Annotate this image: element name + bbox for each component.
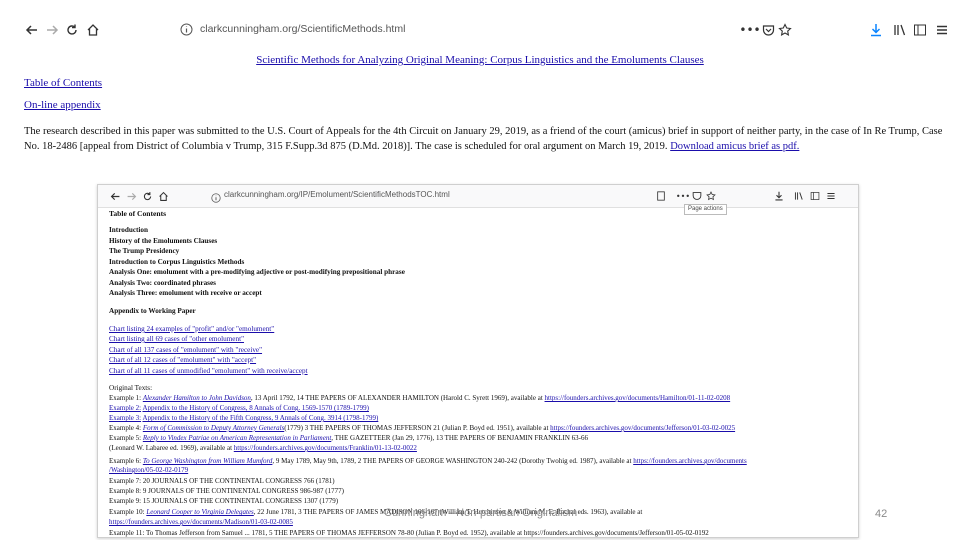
example-line: Example 3: Appendix to the History of th… [109, 414, 378, 423]
example-line-continued: (Leonard W. Labaree ed. 1969), available… [109, 444, 417, 453]
hamburger-menu-icon[interactable] [932, 20, 952, 40]
appendix-heading: Appendix to Working Paper [109, 307, 196, 315]
toc-section: Introduction to Corpus Linguistics Metho… [109, 258, 245, 266]
toc-section: Analysis Two: coordinated phrases [109, 279, 216, 287]
example-link: Form of Commission to Deputy Attorney Ge… [142, 424, 285, 432]
example-url: https://founders.archives.gov/documents/… [550, 424, 736, 432]
inner-url-bar: clarkcunningham.org/IP/Emolument/Scienti… [208, 188, 688, 203]
home-icon [156, 188, 170, 204]
example-url: /Washington/05-02-02-0179 [109, 466, 189, 474]
home-icon[interactable] [83, 20, 103, 40]
slide-footer: Cunningham - Non-partisan Originalism [384, 507, 578, 519]
more-icon[interactable]: ••• [739, 20, 760, 40]
description-paragraph: The research described in this paper was… [24, 124, 944, 154]
original-texts-label: Original Texts: [109, 384, 153, 392]
info-icon [211, 190, 221, 208]
example-link: Appendix to the History of Congress, 8 A… [142, 404, 369, 412]
toc-section: Analysis Three: emolument with receive o… [109, 289, 262, 297]
example-citation: , THE GAZETTEER (Jan 29, 1776), 13 THE P… [331, 434, 589, 442]
reload-icon [140, 188, 154, 204]
example-citation: (1779) 3 THE PAPERS OF THOMAS JEFFERSON … [284, 424, 551, 432]
example-line: Example 8: 9 JOURNALS OF THE CONTINENTAL… [109, 487, 344, 495]
example-link: Appendix to the History of the Fifth Con… [142, 414, 379, 422]
example-label: Example 6: [109, 457, 142, 465]
forward-arrow-icon[interactable] [42, 20, 62, 40]
download-brief-link[interactable]: Download amicus brief as pdf. [670, 141, 799, 152]
example-line: Example 1: Alexander Hamilton to John Da… [109, 394, 730, 403]
example-link: To George Washington from William Mumfor… [142, 457, 273, 465]
toc-section: The Trump Presidency [109, 247, 180, 255]
back-arrow-icon [108, 188, 122, 204]
example-label: Example 5: [109, 434, 142, 442]
paragraph-text: The research described in this paper was… [24, 126, 943, 152]
toc-section: History of the Emoluments Clauses [109, 237, 218, 245]
reload-icon[interactable] [62, 20, 82, 40]
info-icon[interactable] [180, 23, 193, 41]
example-citation: , 13 April 1792, 14 THE PAPERS OF ALEXAN… [250, 394, 545, 402]
star-icon[interactable] [775, 20, 795, 40]
chart-link: Chart of all 137 cases of "emolument" wi… [109, 346, 263, 354]
chart-link: Chart of all 12 cases of "emolument" wit… [109, 356, 257, 364]
example-line: Example 5: Reply to Vindex Patriae on Am… [109, 434, 588, 443]
example-line: Example 11: To Thomas Jefferson from Sam… [109, 529, 709, 537]
example-url: https://founders.archives.gov/documents/… [109, 518, 293, 526]
example-line: Example 6: To George Washington from Wil… [109, 457, 747, 466]
chart-link: Chart listing 24 examples of "profit" an… [109, 325, 275, 333]
more-icon: ••• [675, 191, 691, 201]
star-icon [704, 188, 718, 204]
example-url: https://founders.archives.gov/documents/… [233, 444, 417, 452]
browser-toolbar: clarkcunningham.org/ScientificMethods.ht… [0, 0, 960, 60]
example-label: Example 3: [109, 414, 142, 422]
embedded-screenshot: clarkcunningham.org/IP/Emolument/Scienti… [97, 184, 859, 538]
library-icon [792, 188, 806, 204]
example-line: Example 7: 20 JOURNALS OF THE CONTINENTA… [109, 477, 335, 485]
url-bar[interactable]: clarkcunningham.org/ScientificMethods.ht… [172, 18, 800, 42]
example-link: Leonard Cooper to Virginia Delegates [146, 508, 254, 516]
example-link: Alexander Hamilton to John Davidson [142, 394, 251, 402]
url-text[interactable]: clarkcunningham.org/ScientificMethods.ht… [200, 23, 405, 35]
inner-browser-toolbar: clarkcunningham.org/IP/Emolument/Scienti… [98, 185, 858, 208]
slide-number: 42 [875, 508, 888, 520]
example-citation: , 9 May 1789, May 9th, 1789, 2 THE PAPER… [272, 457, 634, 465]
example-citation: (Leonard W. Labaree ed. 1969), available… [109, 444, 234, 452]
sidebar-icon[interactable] [910, 20, 930, 40]
page-title-link[interactable]: Scientific Methods for Analyzing Origina… [0, 54, 960, 66]
example-label: Example 10: [109, 508, 145, 516]
toc-section: Analysis One: emolument with a pre-modif… [109, 268, 405, 276]
example-line: Example 9: 15 JOURNALS OF THE CONTINENTA… [109, 497, 339, 505]
example-line: Example 2: Appendix to the History of Co… [109, 404, 369, 413]
chart-link: Chart listing all 69 cases of "other emo… [109, 335, 245, 343]
back-arrow-icon[interactable] [22, 20, 42, 40]
reader-view-icon [654, 188, 668, 204]
example-line: Example 4: Form of Commission to Deputy … [109, 424, 735, 433]
example-line-continued: https://founders.archives.gov/documents/… [109, 518, 293, 527]
online-appendix-link[interactable]: On-line appendix [24, 99, 101, 111]
sidebar-icon [808, 188, 822, 204]
download-icon [772, 188, 786, 204]
example-line-continued: /Washington/05-02-02-0179 [109, 466, 188, 475]
library-icon[interactable] [890, 20, 910, 40]
menu-icon [824, 188, 838, 204]
toc-section: Introduction [109, 226, 149, 234]
example-label: Example 4: [109, 424, 142, 432]
example-url: https://founders.archives.gov/documents [633, 457, 747, 465]
forward-arrow-icon [124, 188, 138, 204]
inner-url-text: clarkcunningham.org/IP/Emolument/Scienti… [224, 190, 450, 199]
download-icon[interactable] [866, 20, 886, 40]
example-label: Example 2: [109, 404, 142, 412]
page-actions-tooltip: Page actions [684, 204, 727, 215]
example-url: https://founders.archives.gov/documents/… [544, 394, 731, 402]
example-link: Reply to Vindex Patriae on American Repr… [142, 434, 332, 442]
pocket-icon [690, 188, 704, 204]
chart-link: Chart of all 11 cases of unmodified "emo… [109, 367, 308, 375]
example-label: Example 1: [109, 394, 142, 402]
table-of-contents-link[interactable]: Table of Contents [24, 77, 102, 89]
inner-toc-heading: Table of Contents [109, 209, 167, 218]
